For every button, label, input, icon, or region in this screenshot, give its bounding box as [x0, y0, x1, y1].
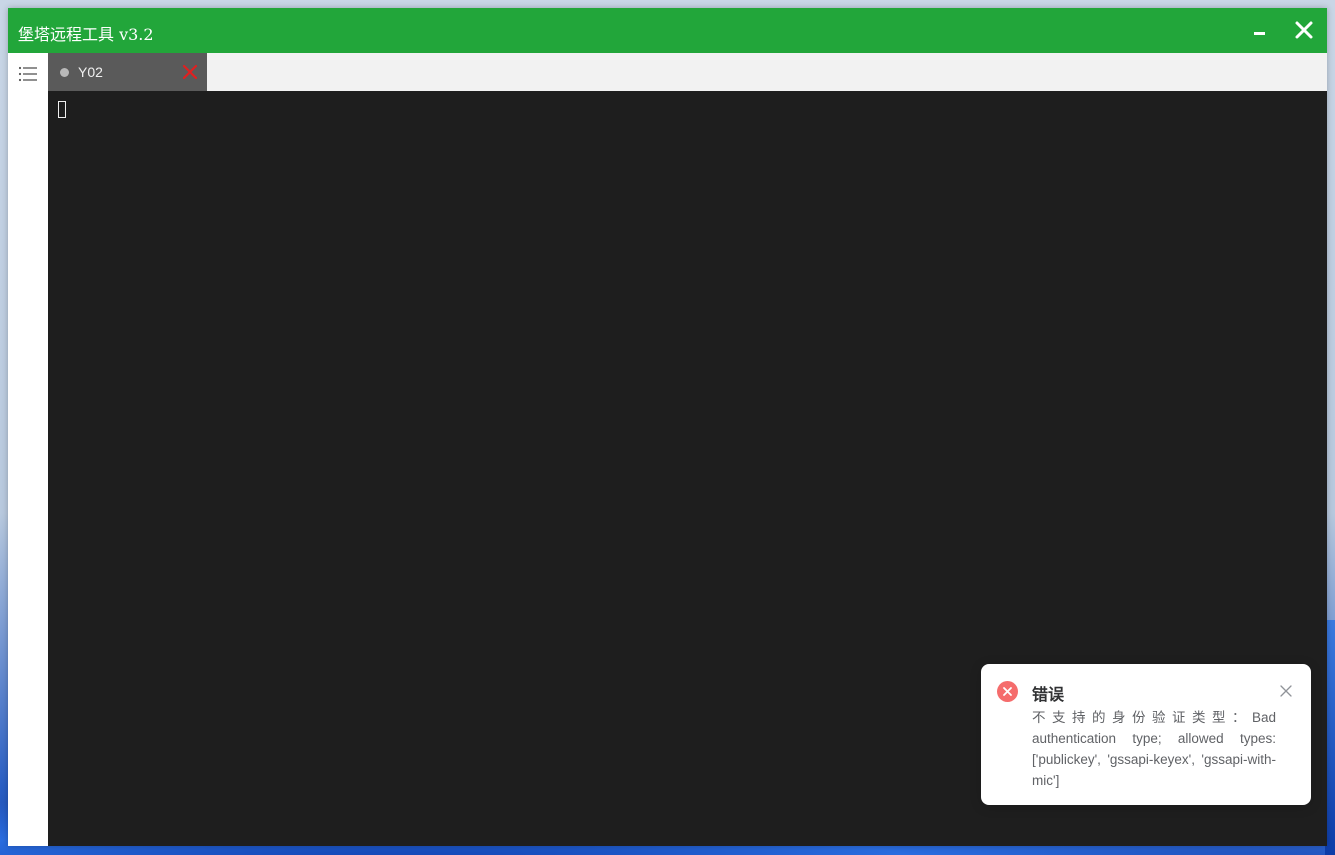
status-dot-icon — [60, 68, 69, 77]
close-icon — [1295, 21, 1313, 39]
close-window-button[interactable] — [1292, 18, 1316, 42]
tab-label: Y02 — [78, 64, 103, 80]
error-circle-icon — [997, 681, 1018, 702]
menu-list-icon[interactable] — [18, 65, 38, 83]
error-notification: 错误 不支持的身份验证类型：Bad authentication type; a… — [981, 664, 1311, 805]
close-icon[interactable] — [1279, 684, 1293, 698]
notification-message: 不支持的身份验证类型：Bad authentication type; allo… — [1032, 710, 1276, 788]
sidebar — [8, 53, 48, 846]
tab-bar: Y02 — [48, 53, 1327, 91]
minimize-button[interactable] — [1248, 18, 1272, 42]
notification-title: 错误 — [1032, 687, 1065, 704]
window-title: 堡塔远程工具 v3.2 — [18, 25, 154, 44]
terminal-cursor — [58, 101, 66, 118]
title-bar[interactable]: 堡塔远程工具 v3.2 — [8, 8, 1327, 53]
close-icon[interactable] — [182, 64, 198, 80]
tab-y02[interactable]: Y02 — [48, 53, 207, 91]
